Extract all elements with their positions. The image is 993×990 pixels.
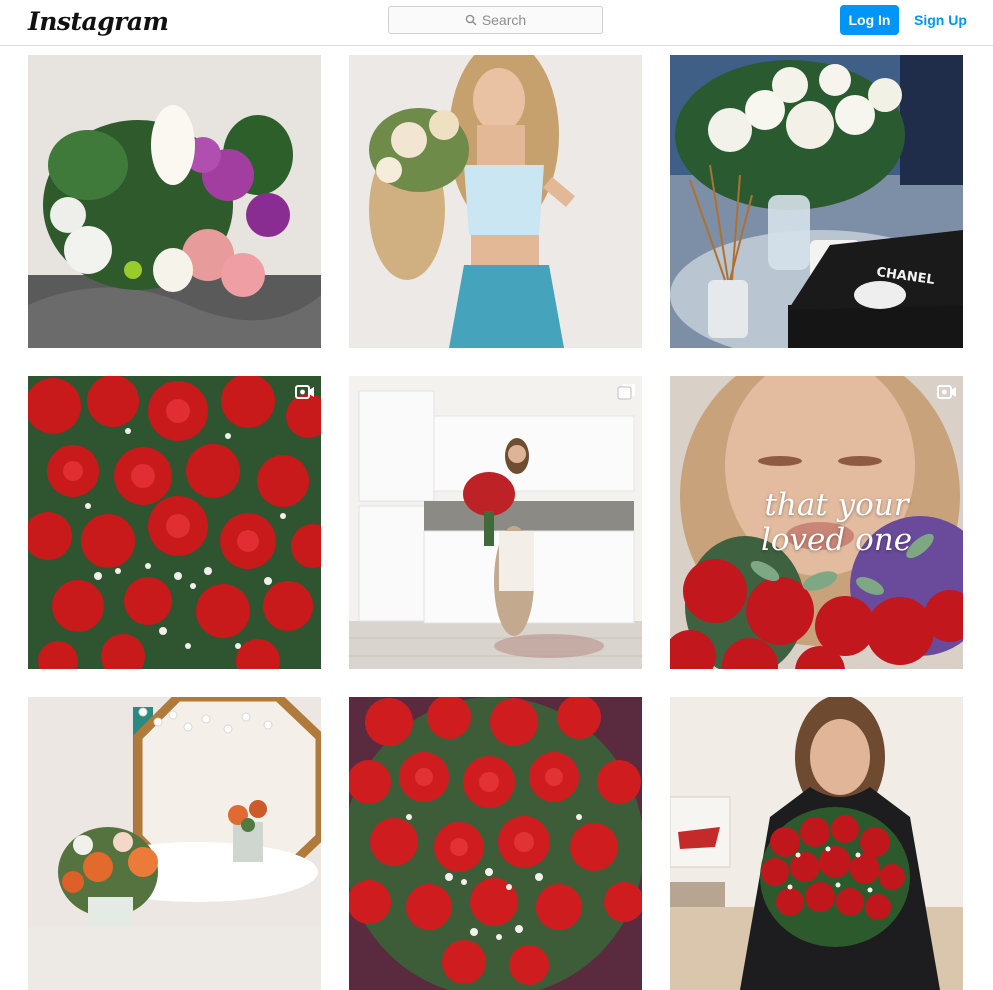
post-tile[interactable]	[349, 55, 642, 348]
video-caption-overlay: that your loved one	[670, 488, 963, 558]
post-tile[interactable]	[349, 376, 642, 669]
post-image	[670, 697, 963, 990]
post-tile[interactable]	[670, 697, 963, 990]
login-button[interactable]: Log In	[840, 5, 899, 35]
post-image	[349, 376, 642, 669]
signup-link[interactable]: Sign Up	[914, 5, 967, 35]
post-image	[28, 376, 321, 669]
post-image	[349, 697, 642, 990]
video-icon	[937, 385, 956, 399]
post-image	[349, 55, 642, 348]
post-image	[28, 55, 321, 348]
search-input[interactable]: Search	[388, 6, 603, 34]
post-tile[interactable]	[28, 55, 321, 348]
post-image	[28, 697, 321, 990]
video-icon	[295, 385, 314, 399]
post-tile[interactable]	[28, 697, 321, 990]
top-nav-bar: Instagram Search Log In Sign Up	[0, 0, 993, 46]
carousel-icon	[617, 384, 635, 400]
instagram-logo[interactable]: Instagram	[28, 6, 169, 38]
post-tile[interactable]: CHANEL	[670, 55, 963, 348]
search-icon	[465, 14, 477, 26]
post-image: CHANEL	[670, 55, 963, 348]
caption-line-2: loved one	[760, 522, 913, 558]
post-tile[interactable]	[349, 697, 642, 990]
post-tile[interactable]	[28, 376, 321, 669]
search-placeholder: Search	[481, 12, 527, 28]
caption-line-1: that your	[764, 487, 909, 523]
post-tile[interactable]: that your loved one	[670, 376, 963, 669]
